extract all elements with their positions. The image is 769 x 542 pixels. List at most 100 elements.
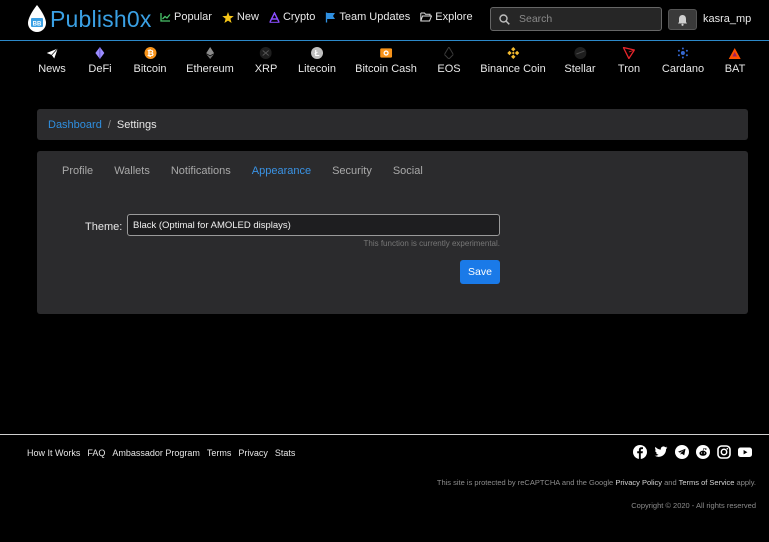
bell-icon <box>678 14 687 26</box>
search-icon <box>499 13 510 25</box>
reddit-icon[interactable] <box>696 445 710 459</box>
category-bat[interactable]: BAT <box>724 47 746 75</box>
category-binance-coin[interactable]: Binance Coin <box>480 47 546 75</box>
legal-and: and <box>664 478 677 487</box>
category-bitcoin-cash[interactable]: Bitcoin Cash <box>355 47 417 75</box>
breadcrumb-dashboard-link[interactable]: Dashboard <box>48 119 102 131</box>
nav-popular-label: Popular <box>174 11 212 23</box>
nav-explore[interactable]: Explore <box>420 11 473 23</box>
category-label: Cardano <box>661 63 705 75</box>
category-label: Binance Coin <box>480 63 546 75</box>
category-label: Tron <box>617 63 641 75</box>
category-cardano[interactable]: Cardano <box>662 47 704 75</box>
facebook-icon[interactable] <box>633 445 647 459</box>
notifications-button[interactable] <box>668 9 697 30</box>
star-icon <box>222 11 234 23</box>
defi-icon <box>94 47 106 59</box>
tab-security[interactable]: Security <box>332 165 372 177</box>
bitcoin-icon: ₿ <box>144 47 156 59</box>
category-label: Stellar <box>564 63 596 75</box>
ethereum-icon <box>204 47 216 59</box>
bitcoin-cash-icon <box>379 47 392 59</box>
category-news[interactable]: News <box>38 47 66 75</box>
social-links <box>633 445 752 459</box>
theme-label: Theme: <box>85 221 123 233</box>
footer-link-stats[interactable]: Stats <box>275 448 296 458</box>
search-input[interactable] <box>517 12 651 26</box>
category-label: Bitcoin Cash <box>355 63 417 75</box>
tab-appearance[interactable]: Appearance <box>252 165 311 177</box>
search-box[interactable] <box>490 7 662 31</box>
footer-link-ambassador-program[interactable]: Ambassador Program <box>112 448 200 458</box>
category-ethereum[interactable]: Ethereum <box>186 47 234 75</box>
nav-popular[interactable]: Popular <box>160 11 212 23</box>
theme-helper-text: This function is currently experimental. <box>363 239 501 248</box>
folder-open-icon <box>420 12 433 22</box>
copyright: Copyright © 2020 - All rights reserved <box>631 501 756 510</box>
category-stellar[interactable]: Stellar <box>564 47 596 75</box>
svg-text:BB: BB <box>33 22 42 28</box>
legal-prefix: This site is protected by reCAPTCHA and … <box>436 478 614 487</box>
tab-profile[interactable]: Profile <box>62 165 93 177</box>
settings-tabs: Profile Wallets Notifications Appearance… <box>62 165 444 177</box>
footer-link-how-it-works[interactable]: How It Works <box>27 448 80 458</box>
binance-icon <box>507 47 519 59</box>
save-button[interactable]: Save <box>460 260 500 284</box>
telegram-icon[interactable] <box>675 445 689 459</box>
settings-card: Profile Wallets Notifications Appearance… <box>37 151 748 314</box>
footer-links: How It Works FAQ Ambassador Program Term… <box>27 448 295 458</box>
nav-new[interactable]: New <box>222 11 259 23</box>
footer-link-privacy[interactable]: Privacy <box>238 448 268 458</box>
svg-text:₿: ₿ <box>147 48 154 58</box>
category-xrp[interactable]: XRP <box>254 47 278 75</box>
theme-select[interactable]: Black (Optimal for AMOLED displays) <box>127 214 500 236</box>
nav-team-updates[interactable]: Team Updates <box>325 11 410 23</box>
nav-crypto[interactable]: Crypto <box>269 11 315 23</box>
breadcrumb-separator: / <box>107 118 111 131</box>
footer-divider <box>0 434 769 435</box>
terms-of-service-link[interactable]: Terms of Service <box>679 478 735 487</box>
tab-social[interactable]: Social <box>393 165 423 177</box>
breadcrumb: Dashboard / Settings <box>37 109 748 140</box>
category-label: DeFi <box>88 63 112 75</box>
category-eos[interactable]: EOS <box>437 47 461 75</box>
brand-logo[interactable]: BB Publish0x <box>26 4 152 34</box>
tab-notifications[interactable]: Notifications <box>171 165 231 177</box>
top-navbar: BB Publish0x Popular New Crypto Team Upd… <box>0 0 769 41</box>
twitter-icon[interactable] <box>654 445 668 459</box>
eos-icon <box>443 47 455 59</box>
crypto-a-icon <box>269 11 280 23</box>
cardano-icon <box>677 47 689 59</box>
nav-new-label: New <box>236 11 259 23</box>
flag-icon <box>326 12 336 22</box>
category-label: BAT <box>724 63 746 75</box>
user-menu[interactable]: kasra_mp <box>703 13 751 25</box>
instagram-icon[interactable] <box>717 445 731 459</box>
privacy-policy-link[interactable]: Privacy Policy <box>615 478 662 487</box>
litecoin-icon: Ł <box>310 47 323 59</box>
chart-line-icon <box>160 13 171 22</box>
category-label: Litecoin <box>298 63 336 75</box>
recaptcha-notice: This site is protected by reCAPTCHA and … <box>437 478 756 487</box>
category-label: XRP <box>254 63 278 75</box>
footer-link-faq[interactable]: FAQ <box>87 448 105 458</box>
category-bitcoin[interactable]: ₿ Bitcoin <box>133 47 167 75</box>
category-tron[interactable]: Tron <box>618 47 640 75</box>
footer-link-terms[interactable]: Terms <box>207 448 232 458</box>
youtube-icon[interactable] <box>738 445 752 459</box>
category-label: Ethereum <box>186 63 234 75</box>
droplet-logo-icon: BB <box>28 5 46 32</box>
category-label: EOS <box>437 63 461 75</box>
xrp-icon <box>260 47 272 59</box>
category-bar: News DeFi ₿ Bitcoin Ethereum XRP Ł Litec… <box>0 47 769 79</box>
svg-text:Ł: Ł <box>315 49 320 58</box>
theme-select-value: Black (Optimal for AMOLED displays) <box>133 219 291 231</box>
bat-icon <box>728 47 741 59</box>
category-litecoin[interactable]: Ł Litecoin <box>298 47 336 75</box>
nav-explore-label: Explore <box>435 11 473 23</box>
brand-name: Publish0x <box>50 6 152 32</box>
tron-icon <box>623 47 635 59</box>
category-defi[interactable]: DeFi <box>88 47 112 75</box>
breadcrumb-current: Settings <box>116 118 157 131</box>
tab-wallets[interactable]: Wallets <box>114 165 150 177</box>
